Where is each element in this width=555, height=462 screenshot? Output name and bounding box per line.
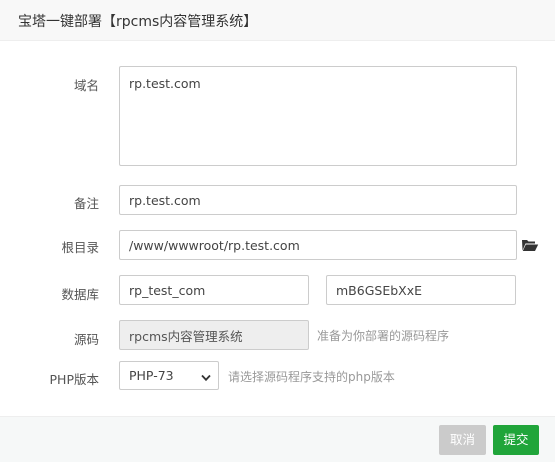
source-label: 源码 [73, 332, 99, 347]
domain-label: 域名 [73, 78, 99, 93]
remark-input[interactable] [119, 185, 517, 215]
database-name-input[interactable] [119, 275, 309, 305]
chevron-down-icon [201, 371, 211, 382]
php-version-label: PHP版本 [49, 372, 99, 387]
dialog-title: 宝塔一键部署【rpcms内容管理系统】 [18, 14, 258, 30]
cancel-button[interactable]: 取消 [439, 425, 486, 455]
database-label: 数据库 [61, 287, 99, 302]
php-version-select[interactable]: PHP-73 [119, 361, 219, 390]
root-dir-input[interactable] [119, 230, 517, 260]
source-input [119, 320, 309, 350]
database-password-input[interactable] [326, 275, 516, 305]
folder-open-icon[interactable] [521, 238, 539, 252]
root-dir-label: 根目录 [61, 240, 99, 255]
php-version-hint: 请选择源码程序支持的php版本 [228, 370, 395, 384]
domain-textarea[interactable]: rp.test.com [119, 66, 517, 166]
source-hint: 准备为你部署的源码程序 [317, 329, 450, 343]
submit-button[interactable]: 提交 [493, 425, 539, 455]
remark-label: 备注 [73, 196, 99, 211]
deploy-dialog: 宝塔一键部署【rpcms内容管理系统】 域名 rp.test.com 备注 根目… [0, 0, 555, 462]
php-version-selected: PHP-73 [129, 368, 174, 383]
dialog-titlebar: 宝塔一键部署【rpcms内容管理系统】 [0, 0, 555, 41]
